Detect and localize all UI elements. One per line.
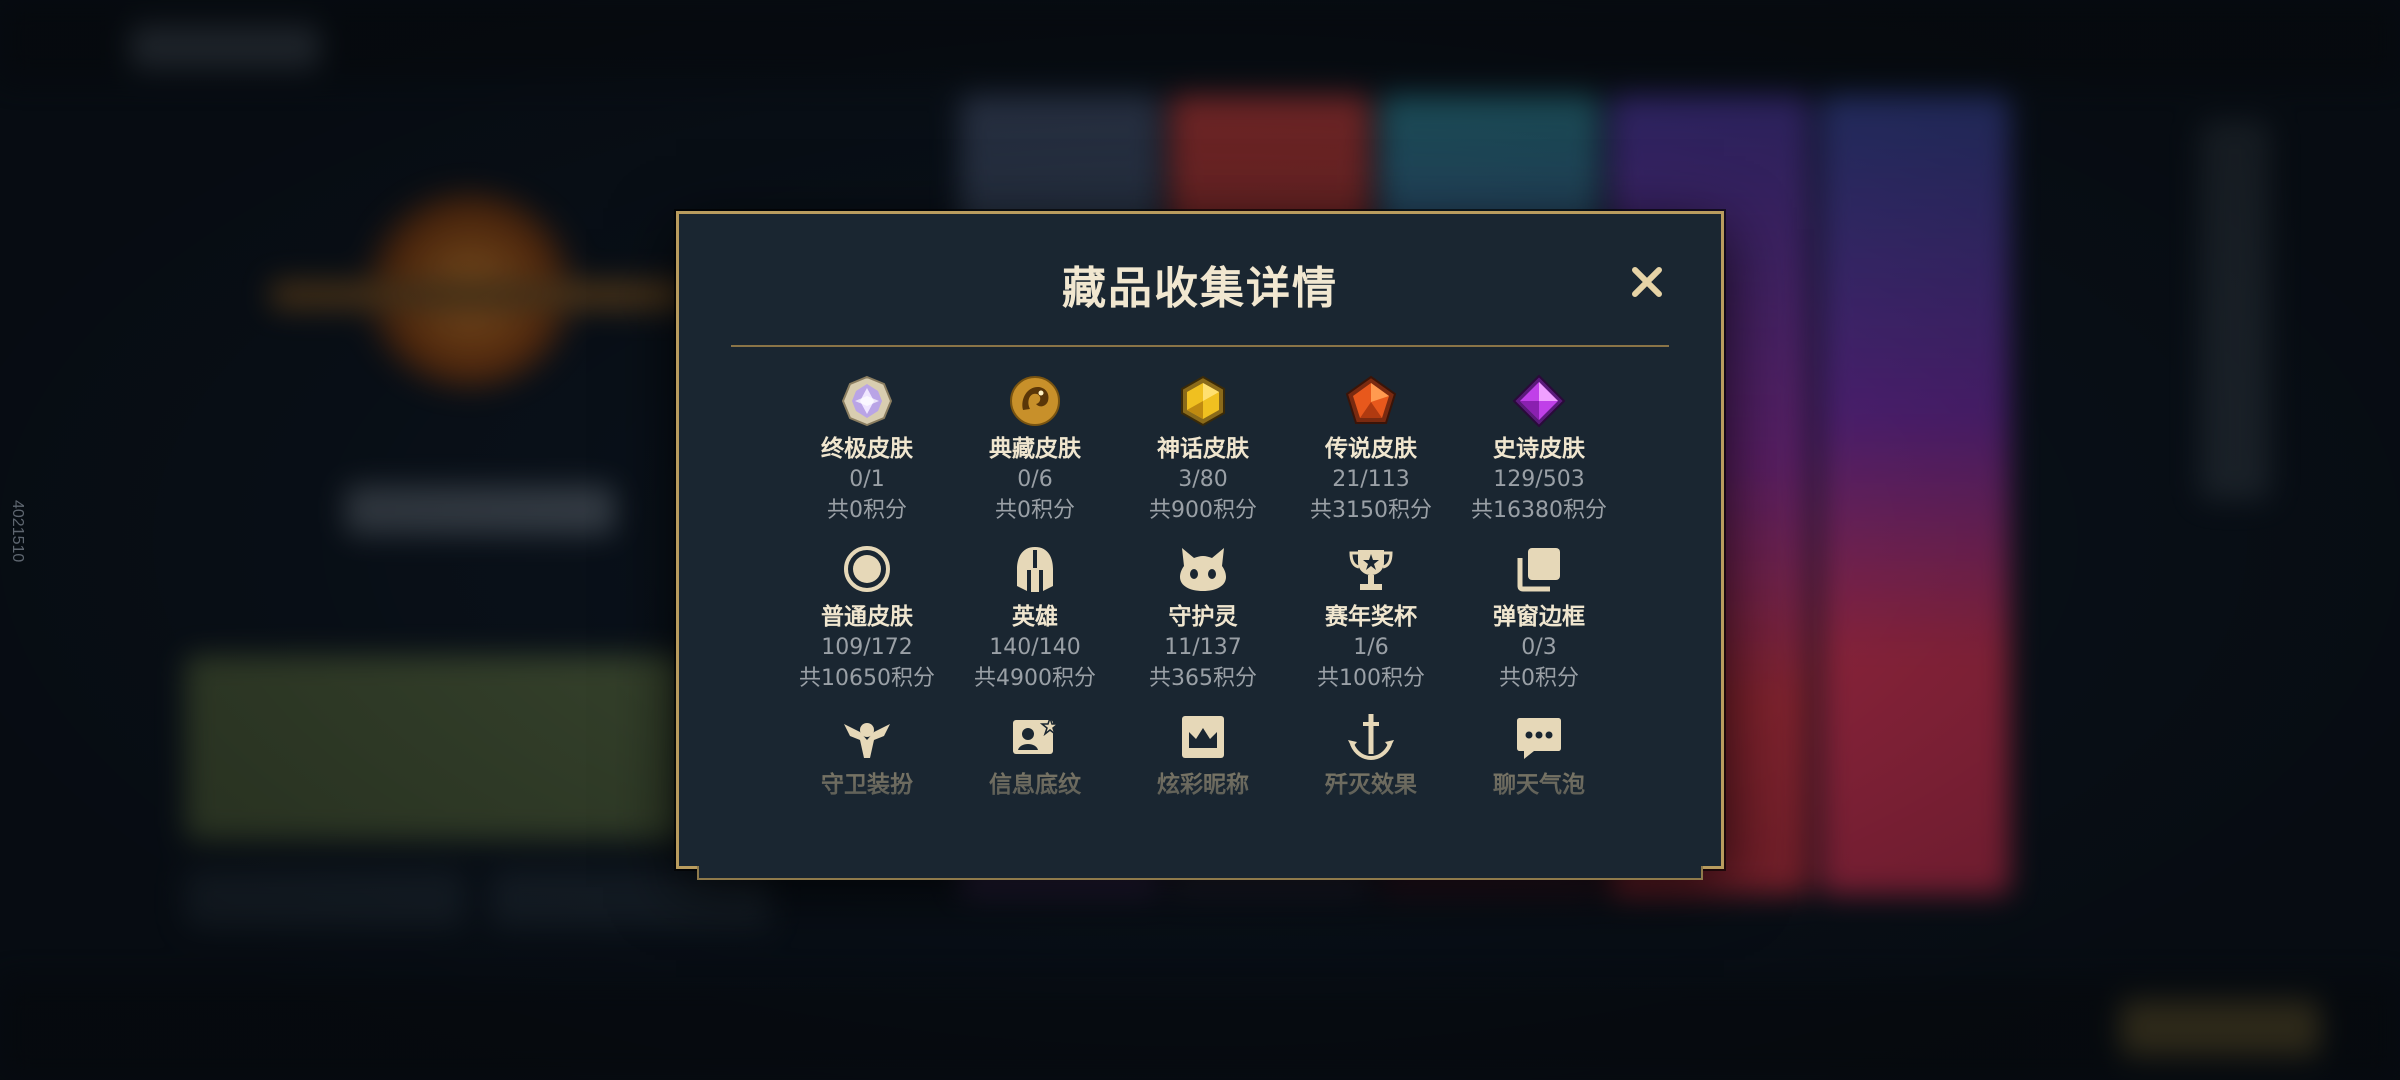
item-name: 神话皮肤 [1157, 436, 1249, 462]
title-divider [731, 345, 1669, 347]
collection-item-prestige-skin[interactable]: 典藏皮肤 0/6 共0积分 [951, 374, 1119, 542]
collection-item-epic-skin[interactable]: 史诗皮肤 129/503 共16380积分 [1455, 374, 1623, 542]
item-points: 共4900积分 [974, 666, 1096, 691]
legendary-skin-icon [1344, 374, 1398, 428]
collection-item-popup-frame[interactable]: 弹窗边框 0/3 共0积分 [1455, 542, 1623, 710]
item-count: 0/3 [1521, 635, 1557, 660]
banner-icon [1008, 710, 1062, 764]
collection-item-banner[interactable]: 信息底纹 [951, 710, 1119, 878]
ward-skin-icon [840, 710, 894, 764]
chat-bubble-icon [1512, 710, 1566, 764]
close-button[interactable] [1623, 258, 1671, 306]
collection-item-ultimate-skin[interactable]: 终极皮肤 0/1 共0积分 [783, 374, 951, 542]
collection-details-modal: 藏品收集详情 终极皮肤 0/1 共0积分 典藏皮肤 0/6 共0积分 神话皮肤 … [676, 211, 1724, 880]
collection-item-standard-skin[interactable]: 普通皮肤 109/172 共10650积分 [783, 542, 951, 710]
epic-skin-icon [1512, 374, 1566, 428]
prestige-skin-icon [1008, 374, 1062, 428]
item-name: 英雄 [1012, 604, 1058, 630]
trophy-icon [1344, 542, 1398, 596]
item-points: 共0积分 [1499, 666, 1579, 691]
item-count: 11/137 [1164, 635, 1242, 660]
collection-item-trophy[interactable]: 赛年奖杯 1/6 共100积分 [1287, 542, 1455, 710]
side-id-text: 4021510 [9, 500, 26, 563]
collection-row: 终极皮肤 0/1 共0积分 典藏皮肤 0/6 共0积分 神话皮肤 3/80 共9… [731, 374, 1675, 542]
collection-row: 守卫装扮 信息底纹 炫彩昵称 歼灭效果 聊天气泡 [731, 710, 1675, 878]
item-name: 守护灵 [1168, 604, 1238, 630]
item-count: 0/6 [1017, 467, 1053, 492]
collection-row: 普通皮肤 109/172 共10650积分 英雄 140/140 共4900积分… [731, 542, 1675, 710]
collection-item-ward-skin[interactable]: 守卫装扮 [783, 710, 951, 878]
close-icon [1632, 267, 1662, 297]
collection-item-legendary-skin[interactable]: 传说皮肤 21/113 共3150积分 [1287, 374, 1455, 542]
item-points: 共0积分 [995, 498, 1075, 523]
popup-frame-icon [1512, 542, 1566, 596]
collection-item-champion[interactable]: 英雄 140/140 共4900积分 [951, 542, 1119, 710]
standard-skin-icon [840, 542, 894, 596]
item-count: 3/80 [1178, 467, 1228, 492]
item-name: 赛年奖杯 [1325, 604, 1417, 630]
collection-item-finisher[interactable]: 歼灭效果 [1287, 710, 1455, 878]
modal-title: 藏品收集详情 [1062, 263, 1338, 314]
ultimate-skin-icon [840, 374, 894, 428]
collection-item-mythic-skin[interactable]: 神话皮肤 3/80 共900积分 [1119, 374, 1287, 542]
item-points: 共16380积分 [1471, 498, 1607, 523]
item-name: 信息底纹 [989, 772, 1081, 798]
champion-helmet-icon [1008, 542, 1062, 596]
mythic-skin-icon [1176, 374, 1230, 428]
collection-grid: 终极皮肤 0/1 共0积分 典藏皮肤 0/6 共0积分 神话皮肤 3/80 共9… [731, 374, 1675, 878]
item-points: 共0积分 [827, 498, 907, 523]
item-points: 共3150积分 [1310, 498, 1432, 523]
item-count: 140/140 [989, 635, 1081, 660]
item-name: 终极皮肤 [821, 436, 913, 462]
item-name: 史诗皮肤 [1493, 436, 1585, 462]
companion-icon [1176, 542, 1230, 596]
item-name: 聊天气泡 [1493, 772, 1585, 798]
item-points: 共10650积分 [799, 666, 935, 691]
item-name: 传说皮肤 [1325, 436, 1417, 462]
item-name: 弹窗边框 [1493, 604, 1585, 630]
item-name: 炫彩昵称 [1157, 772, 1249, 798]
item-count: 0/1 [849, 467, 885, 492]
item-count: 129/503 [1493, 467, 1585, 492]
item-count: 21/113 [1332, 467, 1410, 492]
collection-item-chat-bubble[interactable]: 聊天气泡 [1455, 710, 1623, 878]
item-name: 普通皮肤 [821, 604, 913, 630]
collection-item-companion[interactable]: 守护灵 11/137 共365积分 [1119, 542, 1287, 710]
nickname-icon [1176, 710, 1230, 764]
item-count: 109/172 [821, 635, 913, 660]
item-name: 典藏皮肤 [989, 436, 1081, 462]
item-name: 守卫装扮 [821, 772, 913, 798]
item-count: 1/6 [1353, 635, 1389, 660]
item-points: 共100积分 [1317, 666, 1425, 691]
item-points: 共365积分 [1149, 666, 1257, 691]
item-name: 歼灭效果 [1325, 772, 1417, 798]
finisher-icon [1344, 710, 1398, 764]
collection-item-nickname[interactable]: 炫彩昵称 [1119, 710, 1287, 878]
item-points: 共900积分 [1149, 498, 1257, 523]
